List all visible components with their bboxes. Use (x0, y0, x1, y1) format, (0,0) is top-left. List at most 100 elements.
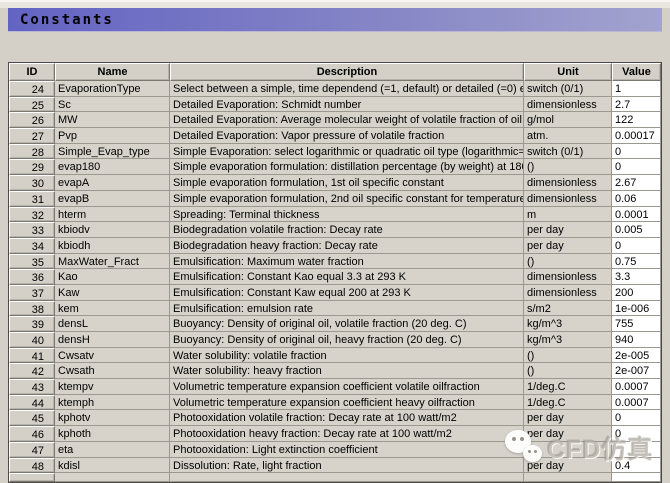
unit-cell[interactable]: dimensionless (524, 190, 612, 207)
unit-cell[interactable]: m (524, 206, 612, 223)
unit-cell[interactable]: per day (524, 410, 612, 427)
unit-cell[interactable]: per day (524, 457, 612, 474)
value-cell[interactable]: 0 (612, 159, 661, 176)
name-cell[interactable]: densH (55, 332, 170, 348)
row-id-cell[interactable]: 27 (9, 128, 55, 144)
name-cell[interactable]: Kaw (55, 284, 170, 301)
description-cell[interactable]: Buoyancy: Density of original oil, heavy… (170, 332, 524, 348)
value-cell[interactable]: 2e-005 (612, 347, 661, 364)
row-id-cell[interactable]: 37 (9, 284, 55, 301)
value-cell[interactable]: 2.67 (612, 175, 661, 191)
unit-cell[interactable]: per day (524, 237, 612, 254)
unit-cell[interactable]: dimensionless (524, 269, 612, 285)
row-id-cell[interactable]: 48 (9, 457, 55, 474)
description-cell[interactable]: Detailed Evaporation: Schmidt number (170, 96, 524, 113)
row-id-cell[interactable]: 39 (9, 316, 55, 332)
value-cell[interactable]: 0.0007 (612, 379, 661, 395)
unit-cell[interactable]: 1/deg.C (524, 394, 612, 411)
name-cell[interactable]: kbiodh (55, 237, 170, 254)
unit-cell[interactable]: switch (0/1) (524, 143, 612, 160)
unit-cell[interactable]: s/m2 (524, 300, 612, 317)
description-cell[interactable]: Simple evaporation formulation, 1st oil … (170, 175, 524, 191)
unit-cell[interactable]: per day (524, 222, 612, 238)
row-id-cell[interactable]: 30 (9, 175, 55, 191)
description-cell[interactable]: Photooxidation: Light extinction coeffic… (170, 441, 524, 458)
value-cell[interactable]: 200 (612, 284, 661, 301)
name-cell[interactable]: Kao (55, 269, 170, 285)
unit-cell[interactable]: dimensionless (524, 96, 612, 113)
description-cell[interactable]: Select between a simple, time dependend … (170, 81, 524, 97)
name-cell[interactable]: MW (55, 112, 170, 129)
description-cell[interactable]: Emulsification: Maximum water fraction (170, 253, 524, 270)
row-id-cell[interactable]: 26 (9, 112, 55, 129)
unit-cell[interactable]: dimensionless (524, 175, 612, 191)
row-id-cell[interactable]: 24 (9, 81, 55, 97)
description-cell[interactable]: Buoyancy: Density of original oil, volat… (170, 316, 524, 332)
unit-cell[interactable]: atm. (524, 128, 612, 144)
name-cell[interactable]: kphotv (55, 410, 170, 427)
name-cell[interactable]: kem (55, 300, 170, 317)
value-cell[interactable]: 3.3 (612, 269, 661, 285)
description-cell[interactable]: Emulsification: emulsion rate (170, 300, 524, 317)
unit-cell[interactable]: () (524, 347, 612, 364)
row-id-cell[interactable]: 36 (9, 269, 55, 285)
row-id-cell[interactable]: 29 (9, 159, 55, 176)
name-cell[interactable]: Cwsath (55, 363, 170, 380)
row-id-cell[interactable]: 46 (9, 426, 55, 442)
description-cell[interactable]: Volumetric temperature expansion coeffic… (170, 394, 524, 411)
name-cell[interactable]: Simple_Evap_type (55, 143, 170, 160)
description-cell[interactable]: Emulsification: Constant Kao equal 3.3 a… (170, 269, 524, 285)
value-cell[interactable]: 755 (612, 316, 661, 332)
description-cell[interactable]: Detailed Evaporation: Vapor pressure of … (170, 128, 524, 144)
row-id-cell[interactable]: 41 (9, 347, 55, 364)
description-cell[interactable]: Dissolution: Rate, light fraction (170, 457, 524, 474)
name-cell[interactable]: hterm (55, 206, 170, 223)
description-cell[interactable]: Simple Evaporation: select logarithmic o… (170, 143, 524, 160)
value-cell[interactable]: 0.4 (612, 457, 661, 474)
name-cell[interactable]: evapA (55, 175, 170, 191)
name-cell[interactable]: kbiodv (55, 222, 170, 238)
description-cell[interactable]: Water solubility: volatile fraction (170, 347, 524, 364)
name-cell[interactable]: evap180 (55, 159, 170, 176)
row-id-cell[interactable]: 33 (9, 222, 55, 238)
value-cell[interactable]: 2.7 (612, 96, 661, 113)
unit-cell[interactable]: 1/deg.C (524, 379, 612, 395)
unit-cell[interactable]: dimensionless (524, 284, 612, 301)
description-cell[interactable]: Spreading: Terminal thickness (170, 206, 524, 223)
description-cell[interactable]: Detailed Evaporation: Average molecular … (170, 112, 524, 129)
value-cell[interactable]: 2e-007 (612, 363, 661, 380)
name-cell[interactable]: ktemph (55, 394, 170, 411)
name-cell[interactable]: Cwsatv (55, 347, 170, 364)
description-cell[interactable]: Simple evaporation formulation, 2nd oil … (170, 190, 524, 207)
row-id-cell[interactable]: 40 (9, 332, 55, 348)
name-cell[interactable]: Sc (55, 96, 170, 113)
value-cell[interactable]: 0.75 (612, 253, 661, 270)
unit-cell[interactable]: per day (524, 426, 612, 442)
row-id-cell[interactable]: 35 (9, 253, 55, 270)
unit-cell[interactable]: kg/m^3 (524, 332, 612, 348)
description-cell[interactable]: Volumetric temperature expansion coeffic… (170, 379, 524, 395)
unit-cell[interactable]: () (524, 253, 612, 270)
row-id-cell[interactable]: 43 (9, 379, 55, 395)
value-cell[interactable]: 0 (612, 426, 661, 442)
value-cell[interactable]: 0 (612, 237, 661, 254)
name-cell[interactable]: evapB (55, 190, 170, 207)
unit-cell[interactable]: () (524, 363, 612, 380)
name-cell[interactable]: kdisl (55, 457, 170, 474)
value-cell[interactable]: 122 (612, 112, 661, 129)
name-cell[interactable]: ktempv (55, 379, 170, 395)
value-cell[interactable] (612, 441, 661, 458)
description-cell[interactable]: Photooxidation volatile fraction: Decay … (170, 410, 524, 427)
name-cell[interactable]: EvaporationType (55, 81, 170, 97)
row-id-cell[interactable]: 34 (9, 237, 55, 254)
description-cell[interactable]: Photooxidation heavy fraction: Decay rat… (170, 426, 524, 442)
name-cell[interactable]: eta (55, 441, 170, 458)
name-cell[interactable]: Pvp (55, 128, 170, 144)
name-cell[interactable]: kphoth (55, 426, 170, 442)
unit-cell[interactable] (524, 441, 612, 458)
description-cell[interactable]: Simple evaporation formulation: distilla… (170, 159, 524, 176)
value-cell[interactable]: 1 (612, 81, 661, 97)
unit-cell[interactable]: g/mol (524, 112, 612, 129)
value-cell[interactable]: 0.06 (612, 190, 661, 207)
value-cell[interactable]: 0.005 (612, 222, 661, 238)
